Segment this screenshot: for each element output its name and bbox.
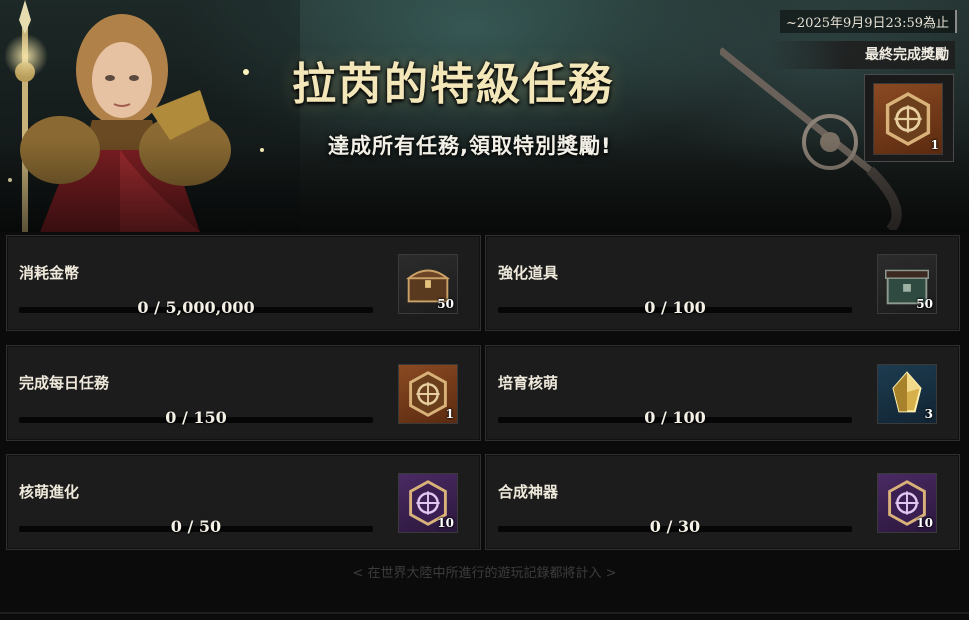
quest-reward-slot[interactable]: 50 xyxy=(877,254,937,314)
quest-progress-text: 0 / 100 xyxy=(644,298,706,317)
event-subtitle: 達成所有任務,領取特別獎勵! xyxy=(328,134,612,158)
reward-qty: 3 xyxy=(924,407,933,421)
quest-card-spend-gold: 消耗金幣 0 / 5,000,000 50 xyxy=(6,235,481,331)
quest-name: 培育核萌 xyxy=(498,374,559,392)
quest-card-core-evolution: 核萌進化 0 / 50 10 xyxy=(6,454,481,550)
quest-progress-text: 0 / 100 xyxy=(644,408,706,427)
quest-reward-slot[interactable]: 10 xyxy=(398,473,458,533)
quest-name: 完成每日任務 xyxy=(19,374,110,392)
divider xyxy=(0,612,969,614)
quest-reward-slot[interactable]: 1 xyxy=(398,364,458,424)
quest-name: 強化道具 xyxy=(498,264,559,282)
reward-qty: 50 xyxy=(437,297,454,311)
quest-name: 合成神器 xyxy=(498,483,559,501)
reward-qty: 10 xyxy=(916,516,933,530)
reward-qty: 50 xyxy=(916,297,933,311)
banner-shade xyxy=(0,0,969,232)
quest-reward-slot[interactable]: 3 xyxy=(877,364,937,424)
quest-progress-text: 0 / 30 xyxy=(649,517,701,536)
final-reward-item[interactable]: 1 xyxy=(864,74,954,162)
reward-qty: 10 xyxy=(437,516,454,530)
event-title: 拉芮的特級任務 xyxy=(292,59,614,110)
quest-progress-text: 0 / 50 xyxy=(170,517,222,536)
reward-qty: 1 xyxy=(445,407,454,421)
quest-progress-text: 0 / 5,000,000 xyxy=(137,298,255,317)
event-banner: 拉芮的特級任務 達成所有任務,領取特別獎勵! ~2025年9月9日23:59為止… xyxy=(0,0,969,232)
quest-name: 核萌進化 xyxy=(19,483,80,501)
quest-card-synthesize-artifact: 合成神器 0 / 30 10 xyxy=(485,454,960,550)
quest-name: 消耗金幣 xyxy=(19,264,80,282)
final-reward-slot[interactable]: 1 xyxy=(873,83,943,155)
quest-progress-text: 0 / 150 xyxy=(165,408,227,427)
quest-card-enhance-items: 強化道具 0 / 100 50 xyxy=(485,235,960,331)
final-reward-qty: 1 xyxy=(930,138,939,152)
footer-note: < 在世界大陸中所進行的遊玩記錄都將計入 > xyxy=(352,566,617,581)
event-deadline: ~2025年9月9日23:59為止 xyxy=(780,10,957,33)
quest-card-nurture-core: 培育核萌 0 / 100 3 xyxy=(485,345,960,441)
quest-reward-slot[interactable]: 10 xyxy=(877,473,937,533)
final-reward-label: 最終完成獎勵 xyxy=(769,41,955,69)
quest-reward-slot[interactable]: 50 xyxy=(398,254,458,314)
quest-card-daily-missions: 完成每日任務 0 / 150 1 xyxy=(6,345,481,441)
